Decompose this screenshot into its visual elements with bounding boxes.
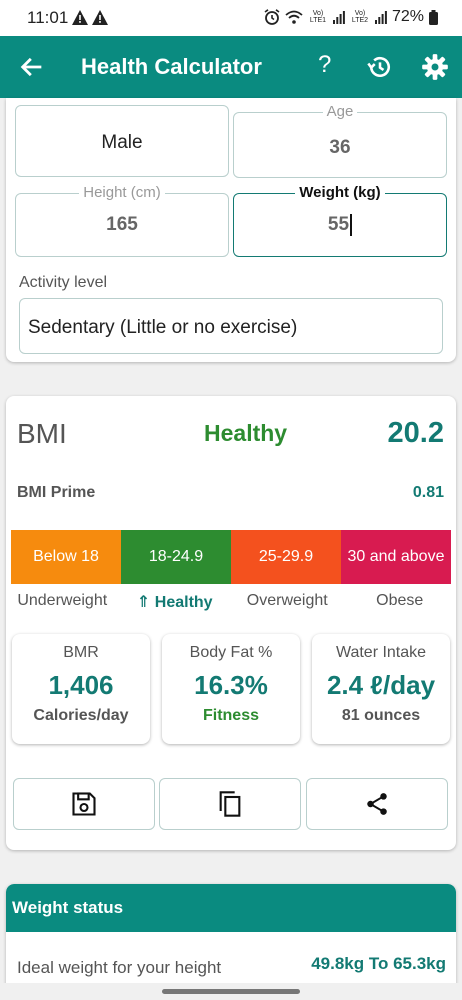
bmi-card: BMI Healthy 20.2 BMI Prime 0.81 Below 18… — [6, 396, 456, 850]
water-intake-card[interactable]: Water Intake 2.4 ℓ/day 81 ounces — [312, 634, 450, 744]
body-fat-value: 16.3% — [194, 670, 268, 700]
text-cursor — [350, 214, 353, 236]
bmr-card[interactable]: BMR 1,406 Calories/day — [12, 634, 150, 744]
gear-icon[interactable] — [421, 53, 449, 81]
height-value: 165 — [106, 214, 138, 235]
weight-field[interactable]: Weight (kg) 55 — [233, 184, 447, 257]
status-time: 11:01 — [27, 8, 69, 27]
scale-label-overweight: Overweight — [246, 592, 328, 609]
age-label: Age — [322, 103, 358, 120]
home-gesture-pill[interactable] — [162, 989, 300, 994]
history-icon[interactable] — [366, 53, 394, 81]
save-button[interactable] — [13, 778, 155, 830]
scale-underweight: Below 18 — [11, 530, 121, 584]
water-sub: 81 ounces — [341, 707, 421, 724]
scale-healthy: 18-24.9 — [121, 530, 231, 584]
share-icon — [367, 793, 387, 815]
gender-value: Male — [101, 132, 143, 153]
app-title: Health Calculator — [81, 54, 262, 79]
bmi-value: 20.2 — [387, 417, 444, 449]
share-button[interactable] — [306, 778, 448, 830]
bmi-prime-value: 0.81 — [412, 484, 444, 501]
height-label: Height (cm) — [79, 184, 165, 201]
lte2-label: Vo) LTE2 — [351, 10, 369, 24]
weight-status-title: Weight status — [12, 898, 124, 917]
bmi-scale-labels: Underweight ⇑ Healthy Overweight Obese — [6, 592, 456, 612]
save-icon — [72, 792, 96, 816]
body-fat-card[interactable]: Body Fat % 16.3% Fitness — [162, 634, 300, 744]
help-icon[interactable]: ? — [318, 51, 331, 79]
weight-status-card: Weight status Ideal weight for your heig… — [6, 884, 456, 994]
water-value: 2.4 ℓ/day — [326, 670, 436, 700]
copy-button[interactable] — [159, 778, 301, 830]
navigation-bar — [0, 983, 462, 1000]
weight-value: 55 — [327, 214, 350, 236]
age-field[interactable]: Age 36 — [233, 103, 447, 178]
scale-overweight: 25-29.9 — [231, 530, 341, 584]
ideal-weight-value: 49.8kg To 65.3kg — [311, 954, 446, 973]
scale-label-underweight: Underweight — [17, 592, 108, 609]
age-value: 36 — [329, 137, 351, 158]
activity-value: Sedentary (Little or no exercise) — [28, 317, 298, 338]
back-arrow-icon[interactable] — [18, 53, 46, 81]
lte1-label: Vo) LTE1 — [309, 10, 327, 24]
wifi-icon — [285, 10, 303, 24]
battery-icon — [429, 9, 438, 25]
status-bar: 11:01 Vo) LTE1 Vo) LTE2 72% — [0, 0, 462, 36]
bmi-scale: Below 18 18-24.9 25-29.9 30 and above — [11, 530, 451, 584]
signal-icon — [332, 10, 345, 24]
activity-label: Activity level — [19, 274, 108, 291]
input-card: Male Age 36 Height (cm) 165 Weight (kg) … — [6, 98, 456, 362]
scale-label-obese: Obese — [376, 592, 424, 609]
scale-obese: 30 and above — [341, 530, 451, 584]
weight-status-header: Weight status — [6, 884, 456, 932]
system-icons: Vo) LTE1 Vo) LTE2 72% — [264, 8, 438, 26]
alarm-icon — [264, 9, 280, 25]
scale-label-healthy: ⇑ Healthy — [136, 594, 213, 611]
bmr-title: BMR — [63, 644, 99, 661]
warning-icon — [92, 10, 108, 25]
height-field[interactable]: Height (cm) 165 — [15, 184, 229, 257]
bmi-prime-label: BMI Prime — [17, 484, 96, 501]
warning-icon — [72, 10, 88, 25]
bmr-sub: Calories/day — [33, 707, 129, 724]
gender-selector[interactable]: Male — [15, 105, 229, 177]
bmi-label: BMI — [17, 418, 67, 449]
activity-selector[interactable]: Sedentary (Little or no exercise) — [19, 298, 443, 354]
signal-icon — [374, 10, 387, 24]
bmr-value: 1,406 — [48, 670, 114, 700]
notification-icons — [72, 10, 108, 25]
copy-icon — [219, 791, 241, 817]
battery-percent: 72% — [391, 8, 424, 25]
weight-label: Weight (kg) — [295, 184, 385, 201]
water-title: Water Intake — [335, 644, 427, 661]
bmi-status: Healthy — [204, 420, 288, 446]
ideal-weight-label: Ideal weight for your height — [17, 958, 222, 977]
app-bar: Health Calculator ? — [0, 36, 462, 98]
body-fat-title: Body Fat % — [189, 644, 273, 661]
body-fat-sub: Fitness — [202, 707, 259, 724]
